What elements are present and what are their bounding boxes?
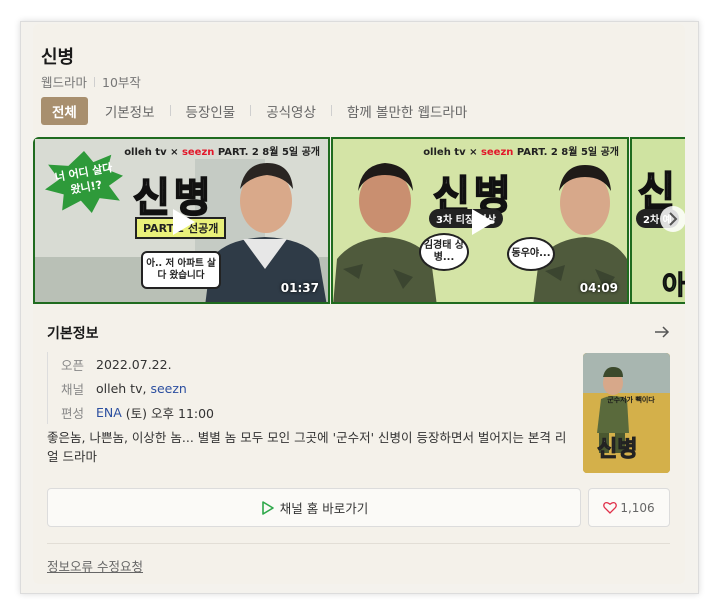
video-thumbnail[interactable]: olleh tv × seezn PART. 2 8월 5일 공개 너 어디 살… bbox=[33, 137, 330, 304]
video-duration: 01:37 bbox=[280, 281, 319, 295]
info-row-schedule: 편성 ENA (토) 오후 11:00 bbox=[61, 400, 214, 424]
tab-all[interactable]: 전체 bbox=[41, 96, 88, 125]
basic-info-heading: 기본정보 bbox=[47, 326, 99, 342]
section-divider bbox=[47, 543, 670, 544]
tab-divider bbox=[169, 105, 171, 116]
speech-box: 아.. 저 아파트 살다 왔습니다 bbox=[141, 251, 221, 289]
play-icon[interactable] bbox=[466, 207, 496, 237]
thumbnail-brand: olleh tv × seezn PART. 2 8월 5일 공개 bbox=[124, 143, 320, 158]
play-outline-icon bbox=[261, 500, 274, 515]
tab-cast[interactable]: 등장인물 bbox=[184, 101, 238, 121]
poster-title: 신병 bbox=[596, 437, 638, 463]
channel-home-button[interactable]: 채널 홈 바로가기 bbox=[47, 488, 581, 527]
brand-seezn: seezn bbox=[480, 147, 514, 158]
drama-description: 좋은놈, 나쁜놈, 이상한 놈... 별별 놈 모두 모인 그곳에 '군수저' … bbox=[47, 430, 567, 464]
channel-link-ena[interactable]: ENA bbox=[96, 405, 122, 420]
info-key: 채널 bbox=[61, 381, 85, 397]
speech-bubble-right: 동우야... bbox=[507, 237, 555, 271]
info-row-open: 오픈 2022.07.22. bbox=[61, 352, 214, 376]
channel-link-seezn[interactable]: seezn bbox=[150, 381, 186, 396]
drama-category: 웹드라마 bbox=[41, 75, 88, 90]
tab-related-dramas[interactable]: 함께 볼만한 웹드라마 bbox=[345, 101, 469, 121]
info-key: 오픈 bbox=[61, 357, 85, 373]
brand-release: PART. 2 8월 5일 공개 bbox=[513, 147, 619, 158]
play-icon[interactable] bbox=[167, 207, 197, 237]
tab-divider bbox=[250, 105, 252, 116]
channel-home-label: 채널 홈 바로가기 bbox=[279, 501, 369, 516]
like-count: 1,106 bbox=[620, 500, 655, 515]
subinfo-divider bbox=[94, 76, 96, 87]
report-error-link[interactable]: 정보오류 수정요청 bbox=[47, 556, 143, 575]
info-key: 편성 bbox=[61, 405, 85, 421]
info-value: (토) 오후 11:00 bbox=[121, 405, 215, 421]
brand-olleh: olleh tv × bbox=[124, 147, 182, 158]
info-row-channel: 채널 olleh tv , seezn bbox=[61, 376, 214, 400]
tab-divider bbox=[330, 105, 332, 116]
info-value-olleh: olleh tv bbox=[96, 380, 143, 396]
info-value: 2022.07.22. bbox=[96, 356, 172, 372]
drama-episodes: 10부작 bbox=[102, 75, 141, 90]
like-button[interactable]: 1,106 bbox=[588, 488, 670, 527]
carousel-next-icon[interactable] bbox=[659, 205, 685, 233]
video-thumbnail[interactable]: olleh tv × seezn PART. 2 8월 5일 공개 신병 3차 … bbox=[331, 137, 629, 304]
thumbnail-bottom-text: 아 bbox=[662, 271, 685, 302]
info-value-separator: , bbox=[142, 380, 151, 396]
arrow-right-icon[interactable] bbox=[653, 323, 671, 341]
basic-info-list: 오픈 2022.07.22. 채널 olleh tv , seezn 편성 EN… bbox=[47, 352, 214, 424]
drama-title[interactable]: 신병 bbox=[41, 43, 74, 69]
tab-bar: 전체 기본정보 등장인물 공식영상 함께 볼만한 웹드라마 bbox=[41, 96, 469, 125]
speech-bubble-left: 김경태 상병... bbox=[419, 233, 469, 271]
brand-seezn: seezn bbox=[181, 147, 215, 158]
video-carousel: olleh tv × seezn PART. 2 8월 5일 공개 너 어디 살… bbox=[33, 137, 685, 304]
tab-basic-info[interactable]: 기본정보 bbox=[103, 101, 157, 121]
heart-icon bbox=[603, 502, 618, 514]
poster-tagline: 군수저가 빽이다 bbox=[607, 396, 655, 404]
tab-official-videos[interactable]: 공식영상 bbox=[264, 101, 318, 121]
brand-olleh: olleh tv × bbox=[423, 147, 481, 158]
thumbnail-brand: olleh tv × seezn PART. 2 8월 5일 공개 bbox=[423, 143, 619, 158]
brand-release: PART. 2 8월 5일 공개 bbox=[214, 147, 320, 158]
drama-poster[interactable]: 군수저가 빽이다 신병 bbox=[583, 353, 670, 473]
drama-subinfo: 웹드라마 10부작 bbox=[41, 72, 141, 91]
video-duration: 04:09 bbox=[579, 281, 618, 295]
